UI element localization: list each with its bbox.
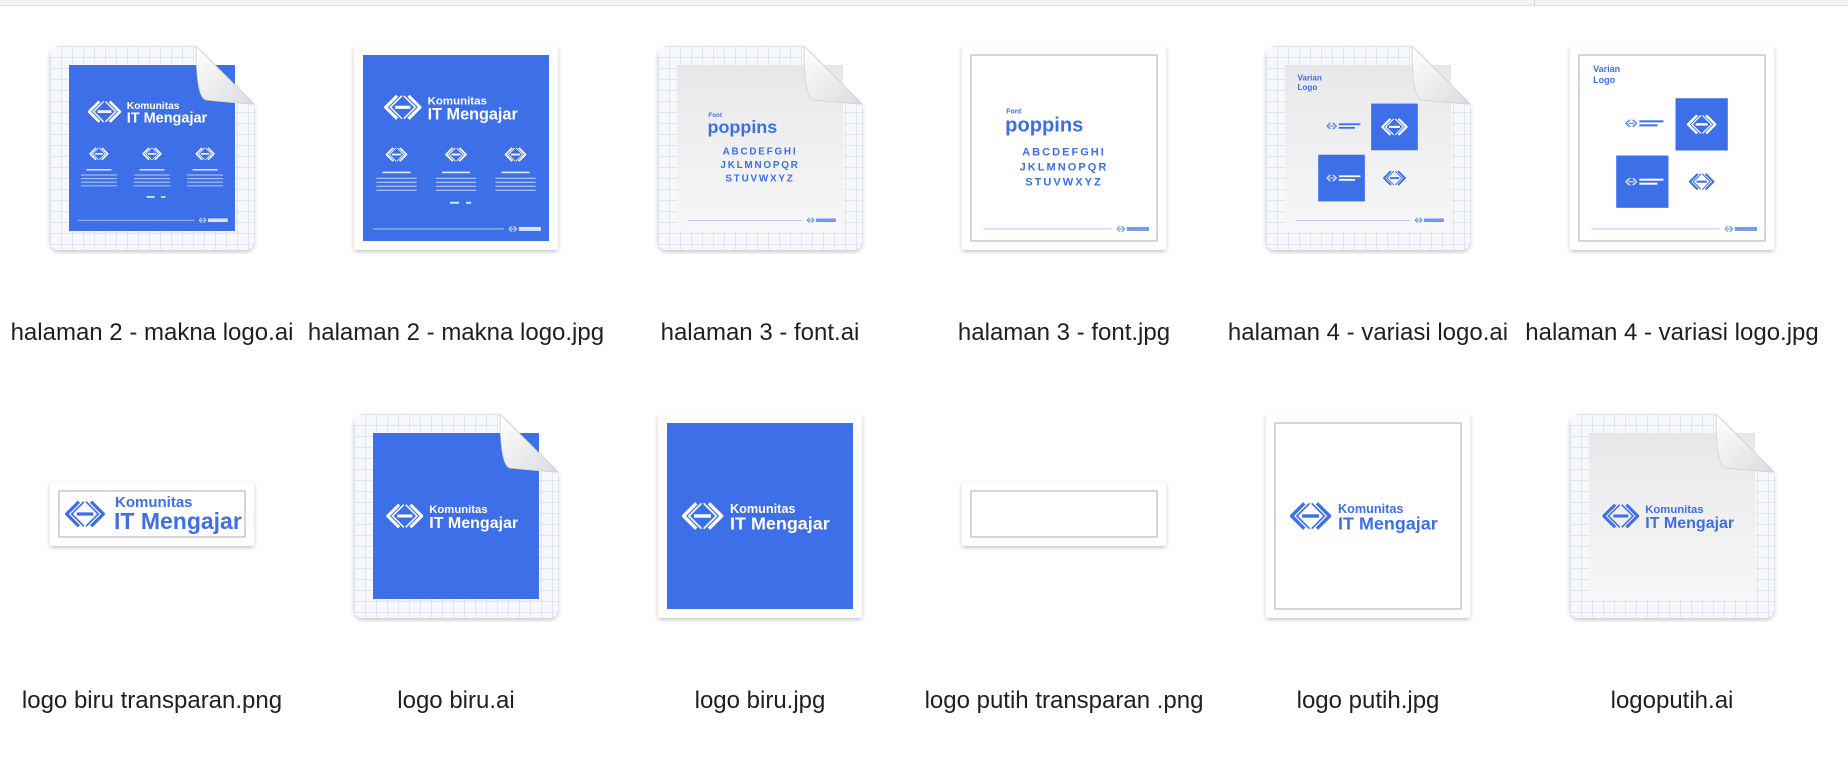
file-thumbnail: KomunitasIT Mengajar <box>50 482 254 546</box>
file-name[interactable]: logo putih.jpg <box>1216 685 1520 717</box>
file-thumbnail: Komunitas IT Mengajar <box>1266 414 1470 618</box>
jpg-image-icon[interactable]: Komunitas IT Mengajar <box>654 410 866 622</box>
file-thumbnail: Komunitas IT Mengajar <box>354 413 559 618</box>
file-name[interactable]: logo biru.ai <box>304 685 608 717</box>
file-thumbnail <box>962 482 1166 546</box>
file-item[interactable]: Komunitas IT Mengajar logoputih.ai <box>1520 0 1824 778</box>
ai-document-icon[interactable]: Komunitas IT Mengajar <box>350 410 562 622</box>
file-item[interactable]: Komunitas IT Mengajar logo biru.ai <box>304 0 608 778</box>
file-item[interactable]: Komunitas IT Mengajar logo biru transparan… <box>0 0 304 778</box>
file-thumbnail: Komunitas IT Mengajar <box>1570 413 1775 618</box>
logo-wordmark-line2: IT Mengajar <box>1645 515 1734 532</box>
file-item[interactable]: Komunitas IT Mengajar logo putih.jpg <box>1216 0 1520 778</box>
logo-wordmark-line2: IT Mengajar <box>1338 514 1438 534</box>
file-name[interactable]: logoputih.ai <box>1520 685 1824 717</box>
jpg-image-icon[interactable]: Komunitas IT Mengajar <box>1262 410 1474 622</box>
file-item[interactable]: logo putih transparan .png <box>912 0 1216 778</box>
logo-wordmark-line2: IT Mengajar <box>429 515 518 532</box>
file-name[interactable]: logo biru.jpg <box>608 685 912 717</box>
file-item[interactable]: Komunitas IT Mengajar logo biru.jpg <box>608 0 912 778</box>
png-image-icon[interactable] <box>958 478 1170 550</box>
file-name[interactable]: logo putih transparan .png <box>912 685 1216 717</box>
file-name[interactable]: logo biru transparan.png <box>0 685 304 717</box>
ai-document-icon[interactable]: Komunitas IT Mengajar <box>1566 410 1778 622</box>
logo-wordmark-line2: IT Mengajar <box>730 514 830 534</box>
file-thumbnail: Komunitas IT Mengajar <box>658 414 862 618</box>
png-image-icon[interactable]: Komunitas IT Mengajar <box>46 478 258 550</box>
logo-wordmark-line2: IT Mengajar <box>114 508 242 534</box>
